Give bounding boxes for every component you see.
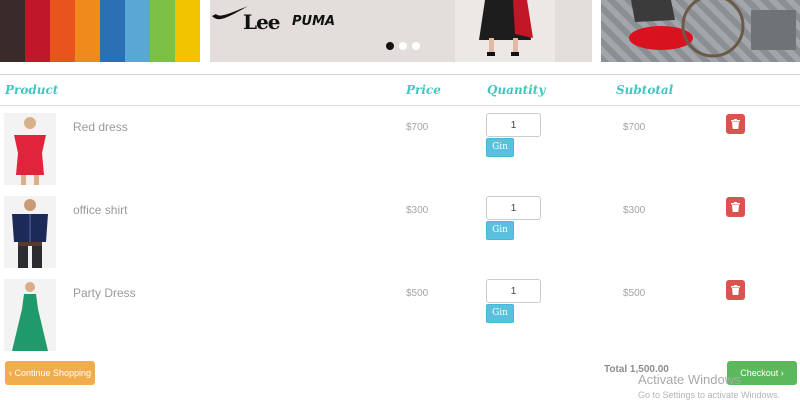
promo-banner: Lee PUMA xyxy=(0,0,800,62)
trash-icon xyxy=(731,202,740,212)
product-price: $500 xyxy=(406,288,429,299)
update-quantity-button[interactable]: Gin xyxy=(486,221,514,240)
continue-shopping-button[interactable]: ‹ Continue Shopping xyxy=(5,361,95,385)
product-price: $300 xyxy=(406,205,429,216)
product-image[interactable] xyxy=(4,113,56,185)
column-header-product: Product xyxy=(5,83,59,97)
divider xyxy=(0,74,800,75)
banner-model-image xyxy=(455,0,555,62)
row-subtotal: $300 xyxy=(623,205,646,216)
update-quantity-button[interactable]: Gin xyxy=(486,138,514,157)
banner-street-image xyxy=(601,0,800,62)
cart-row: Party Dress $500 Gin $500 xyxy=(0,279,800,359)
cart-row: Red dress $700 Gin $700 xyxy=(0,113,800,193)
brand-puma-logo: PUMA xyxy=(292,14,336,29)
brand-lee-logo: Lee xyxy=(243,10,281,34)
quantity-input[interactable] xyxy=(486,279,541,303)
delete-item-button[interactable] xyxy=(726,114,745,134)
product-name[interactable]: Red dress xyxy=(73,120,128,134)
product-image[interactable] xyxy=(4,279,56,351)
product-price: $700 xyxy=(406,122,429,133)
carousel-dot[interactable] xyxy=(412,42,420,50)
divider xyxy=(0,105,800,106)
row-subtotal: $700 xyxy=(623,122,646,133)
column-header-quantity: Quantity xyxy=(487,83,546,97)
banner-carousel[interactable]: Lee PUMA xyxy=(210,0,592,62)
product-image[interactable] xyxy=(4,196,56,268)
column-header-subtotal: Subtotal xyxy=(616,83,674,97)
carousel-dot[interactable] xyxy=(399,42,407,50)
carousel-dot[interactable] xyxy=(386,42,394,50)
trash-icon xyxy=(731,119,740,129)
quantity-input[interactable] xyxy=(486,113,541,137)
dress-shape xyxy=(12,294,48,351)
banner-fabric-image xyxy=(0,0,200,62)
activate-windows-hint: Go to Settings to activate Windows. xyxy=(638,390,781,400)
update-quantity-button[interactable]: Gin xyxy=(486,304,514,323)
carousel-indicators xyxy=(386,42,420,50)
delete-item-button[interactable] xyxy=(726,280,745,300)
product-name[interactable]: office shirt xyxy=(73,203,127,217)
activate-windows-watermark: Activate Windows xyxy=(638,372,741,387)
quantity-input[interactable] xyxy=(486,196,541,220)
cart-row: office shirt $300 Gin $300 xyxy=(0,196,800,276)
delete-item-button[interactable] xyxy=(726,197,745,217)
column-header-price: Price xyxy=(406,83,441,97)
row-subtotal: $500 xyxy=(623,288,646,299)
product-name[interactable]: Party Dress xyxy=(73,286,136,300)
trash-icon xyxy=(731,285,740,295)
dress-shape xyxy=(14,135,46,175)
